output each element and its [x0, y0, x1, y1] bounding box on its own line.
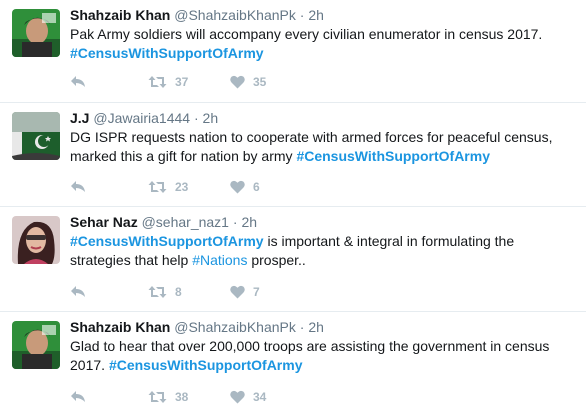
- tweet[interactable]: Shahzaib Khan @ShahzaibKhanPk · 2h Glad …: [0, 312, 586, 416]
- like-count: 7: [253, 285, 260, 299]
- retweet-button[interactable]: 38: [148, 390, 230, 404]
- tweet-actions: 37 35: [70, 73, 310, 91]
- tweet[interactable]: Shahzaib Khan @ShahzaibKhanPk · 2h Pak A…: [0, 0, 586, 103]
- tweet[interactable]: J.J @Jawairia1444 · 2h DG ISPR requests …: [0, 103, 586, 207]
- tweet-text-line: Glad to hear that over 200,000 troops ar…: [70, 338, 550, 354]
- reply-icon: [71, 286, 85, 297]
- avatar[interactable]: [12, 216, 60, 264]
- retweet-count: 8: [175, 285, 182, 299]
- user-fullname[interactable]: Shahzaib Khan: [70, 319, 170, 335]
- retweet-button[interactable]: 23: [148, 180, 230, 194]
- heart-icon: [230, 285, 245, 299]
- tweet-text-line: prosper..: [247, 251, 306, 268]
- tweet-content: Shahzaib Khan @ShahzaibKhanPk · 2h Pak A…: [70, 6, 576, 62]
- user-fullname[interactable]: J.J: [70, 110, 89, 126]
- separator-dot: ·: [232, 214, 238, 230]
- user-fullname[interactable]: Shahzaib Khan: [70, 7, 170, 23]
- tweet-timestamp[interactable]: 2h: [203, 110, 219, 126]
- tweet-actions: 38 34: [70, 388, 310, 406]
- like-button[interactable]: 35: [230, 75, 310, 89]
- reply-button[interactable]: [70, 390, 148, 404]
- hashtag-link[interactable]: #CensusWithSupportOfArmy: [296, 148, 490, 164]
- like-button[interactable]: 6: [230, 180, 310, 194]
- reply-icon: [71, 391, 85, 402]
- tweet-text-line: is important & integral in formulating t…: [263, 233, 515, 249]
- avatar[interactable]: [12, 9, 60, 57]
- tweet-header: Shahzaib Khan @ShahzaibKhanPk · 2h: [70, 318, 576, 336]
- separator-dot: ·: [299, 319, 305, 335]
- retweet-icon: [148, 391, 167, 403]
- retweet-count: 37: [175, 75, 189, 89]
- user-handle[interactable]: @ShahzaibKhanPk: [174, 7, 296, 23]
- retweet-icon: [148, 76, 167, 88]
- tweet-text-line: DG ISPR requests nation to cooperate wit…: [70, 129, 553, 145]
- user-handle[interactable]: @Jawairia1444: [93, 110, 190, 126]
- reply-icon: [71, 76, 85, 87]
- hashtag-link[interactable]: #CensusWithSupportOfArmy: [70, 233, 264, 249]
- retweet-button[interactable]: 8: [148, 285, 230, 299]
- reply-button[interactable]: [70, 75, 148, 89]
- tweet-text: DG ISPR requests nation to cooperate wit…: [70, 128, 576, 165]
- heart-icon: [230, 75, 245, 89]
- reply-button[interactable]: [70, 285, 148, 299]
- retweet-icon: [148, 286, 167, 298]
- retweet-icon: [148, 181, 167, 193]
- tweet-header: J.J @Jawairia1444 · 2h: [70, 109, 576, 127]
- tweet-text-line: 2017.: [70, 356, 109, 373]
- tweet-text-line: Pak Army soldiers will accompany every c…: [70, 26, 543, 42]
- user-fullname[interactable]: Sehar Naz: [70, 214, 138, 230]
- tweet-header: Shahzaib Khan @ShahzaibKhanPk · 2h: [70, 6, 576, 24]
- hashtag-link-nations[interactable]: #Nations: [192, 252, 247, 268]
- tweet-text: #CensusWithSupportOfArmy is important & …: [70, 232, 576, 269]
- tweet-header: Sehar Naz @sehar_naz1 · 2h: [70, 213, 576, 231]
- tweet-text: Pak Army soldiers will accompany every c…: [70, 25, 576, 62]
- retweet-button[interactable]: 37: [148, 75, 230, 89]
- tweet-timestamp[interactable]: 2h: [308, 319, 324, 335]
- tweet-timeline: Shahzaib Khan @ShahzaibKhanPk · 2h Pak A…: [0, 0, 586, 416]
- retweet-count: 38: [175, 390, 189, 404]
- avatar[interactable]: [12, 321, 60, 369]
- heart-icon: [230, 390, 245, 404]
- tweet-timestamp[interactable]: 2h: [308, 7, 324, 23]
- separator-dot: ·: [299, 7, 305, 23]
- retweet-count: 23: [175, 180, 189, 194]
- reply-button[interactable]: [70, 180, 148, 194]
- like-button[interactable]: 34: [230, 390, 310, 404]
- tweet-text-line: strategies that help: [70, 251, 193, 268]
- like-count: 35: [253, 75, 267, 89]
- heart-icon: [230, 180, 245, 194]
- reply-icon: [71, 181, 85, 192]
- separator-dot: ·: [193, 110, 199, 126]
- tweet-content: Shahzaib Khan @ShahzaibKhanPk · 2h Glad …: [70, 318, 576, 374]
- hashtag-link[interactable]: #CensusWithSupportOfArmy: [70, 45, 264, 61]
- tweet-actions: 8 7: [70, 283, 310, 301]
- avatar[interactable]: [12, 112, 60, 160]
- like-count: 6: [253, 180, 260, 194]
- like-button[interactable]: 7: [230, 285, 310, 299]
- tweet[interactable]: Sehar Naz @sehar_naz1 · 2h #CensusWithSu…: [0, 207, 586, 312]
- tweet-timestamp[interactable]: 2h: [241, 214, 257, 230]
- tweet-actions: 23 6: [70, 178, 310, 196]
- tweet-content: Sehar Naz @sehar_naz1 · 2h #CensusWithSu…: [70, 213, 576, 269]
- tweet-text: Glad to hear that over 200,000 troops ar…: [70, 337, 576, 374]
- tweet-content: J.J @Jawairia1444 · 2h DG ISPR requests …: [70, 109, 576, 165]
- user-handle[interactable]: @ShahzaibKhanPk: [174, 319, 296, 335]
- like-count: 34: [253, 390, 267, 404]
- hashtag-link[interactable]: #CensusWithSupportOfArmy: [109, 357, 303, 373]
- tweet-text-line: marked this a gift for nation by army: [70, 147, 297, 164]
- user-handle[interactable]: @sehar_naz1: [142, 214, 229, 230]
